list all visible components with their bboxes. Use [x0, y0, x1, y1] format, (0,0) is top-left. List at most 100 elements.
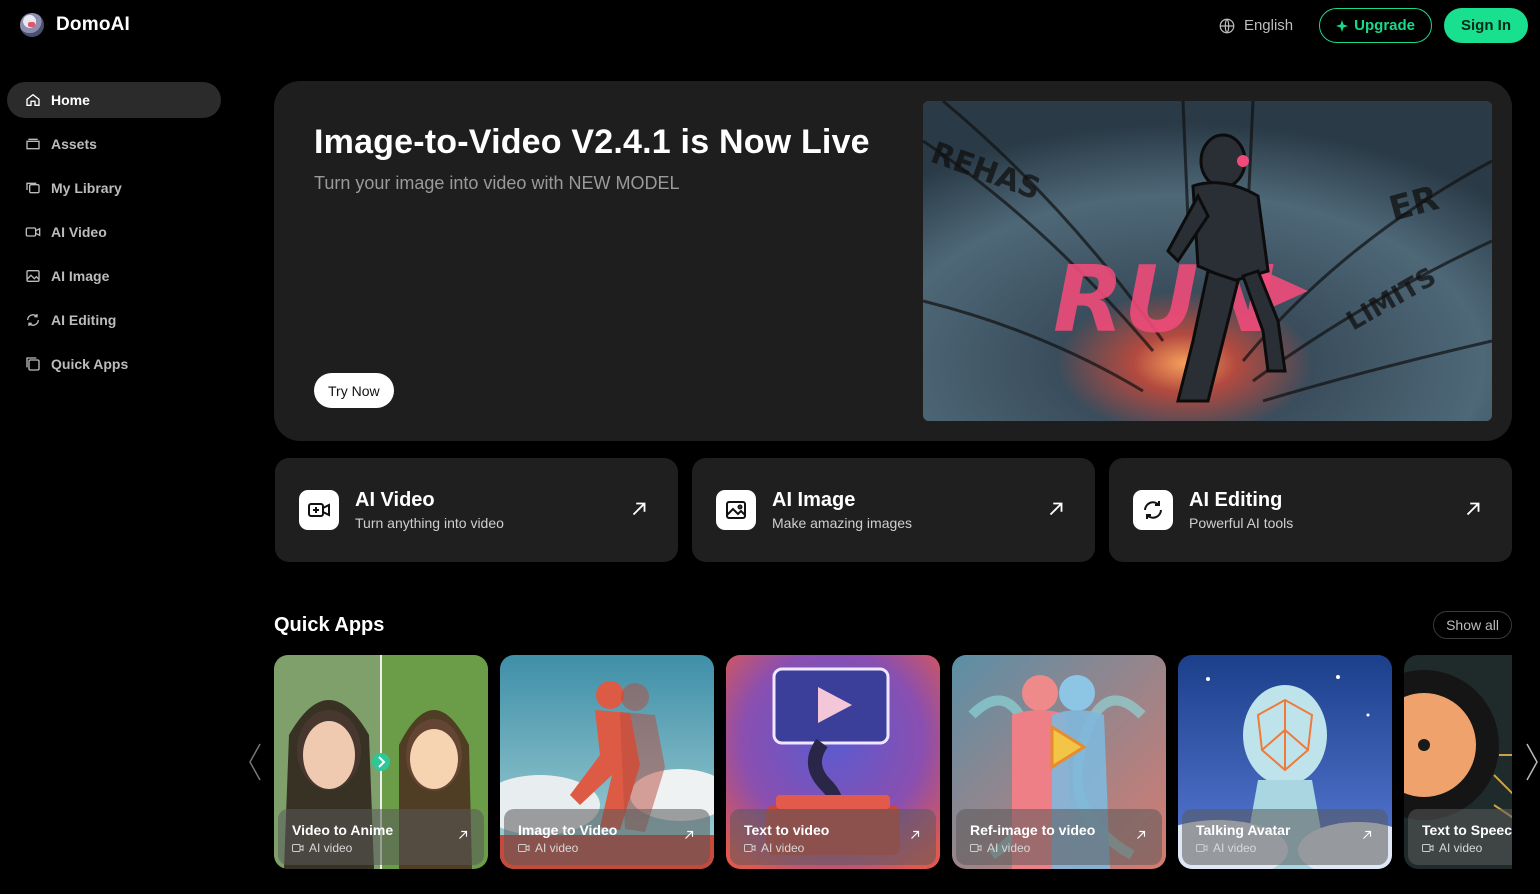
card-overlay: Talking Avatar AI video — [1182, 809, 1388, 865]
chevron-left-icon[interactable] — [248, 742, 262, 782]
sidebar-item-label: Assets — [51, 136, 97, 152]
video-icon — [1422, 844, 1434, 852]
quick-app-card-text-to-video[interactable]: Text to video AI video — [726, 655, 940, 869]
video-icon — [1196, 844, 1208, 852]
card-title: Talking Avatar — [1196, 822, 1291, 838]
feature-card-ai-video[interactable]: AI Video Turn anything into video — [275, 458, 678, 562]
card-tag-label: AI video — [987, 841, 1031, 855]
image-icon — [26, 270, 40, 282]
card-overlay: Text to Speech AI video — [1408, 809, 1512, 865]
video-icon — [970, 844, 982, 852]
card-title: Text to video — [744, 822, 830, 838]
sidebar-item-label: Home — [51, 92, 90, 108]
hero-title: Image-to-Video V2.4.1 is Now Live — [314, 123, 870, 161]
hero-subtitle: Turn your image into video with NEW MODE… — [314, 173, 680, 193]
sidebar-item-label: AI Video — [51, 224, 107, 240]
arrow-up-right-icon — [911, 830, 920, 839]
card-tag-label: AI video — [1439, 841, 1483, 855]
sidebar-nav: Home Assets My Library AI Video AI Image… — [7, 82, 221, 390]
sidebar-item-my-library[interactable]: My Library — [7, 170, 221, 206]
home-icon — [26, 93, 40, 106]
apps-icon — [26, 357, 40, 371]
sidebar-item-label: My Library — [51, 180, 122, 196]
arrow-up-right-icon — [685, 830, 694, 839]
brand-name: DomoAI — [56, 14, 131, 35]
card-overlay: Video to Anime AI video — [278, 809, 484, 865]
card-overlay: Ref-image to video AI video — [956, 809, 1162, 865]
card-tag: AI video — [1196, 841, 1256, 855]
feature-card-ai-editing[interactable]: AI Editing Powerful AI tools — [1109, 458, 1512, 562]
library-icon — [26, 182, 40, 194]
show-all-button[interactable]: Show all — [1433, 611, 1512, 639]
feature-subtitle: Make amazing images — [772, 515, 913, 531]
video-camera-icon — [299, 490, 339, 530]
upgrade-button[interactable]: Upgrade — [1319, 8, 1432, 43]
card-title: Image to Video — [518, 822, 618, 838]
sidebar-item-home[interactable]: Home — [7, 82, 221, 118]
quick-app-card-text-to-speech[interactable]: Text to Speech AI video — [1404, 655, 1512, 869]
language-selector[interactable]: English — [1218, 17, 1293, 35]
globe-icon — [1219, 18, 1235, 33]
card-tag-label: AI video — [535, 841, 579, 855]
logo-icon — [20, 13, 44, 37]
card-overlay: Image to Video AI video — [504, 809, 710, 865]
language-label: English — [1243, 17, 1294, 34]
sidebar-item-ai-video[interactable]: AI Video — [7, 214, 221, 250]
feature-title: AI Editing — [1189, 489, 1283, 511]
feature-cards: AI Video Turn anything into video AI Ima… — [275, 458, 1512, 562]
sidebar-item-label: AI Editing — [51, 312, 117, 328]
picture-icon — [716, 490, 756, 530]
arrow-up-right-icon — [459, 830, 468, 839]
sign-in-label: Sign In — [1461, 17, 1511, 34]
quick-app-card-ref-image-to-video[interactable]: Ref-image to video AI video — [952, 655, 1166, 869]
hero-banner: Image-to-Video V2.4.1 is Now Live Turn y… — [274, 81, 1512, 441]
editing-icon — [27, 314, 39, 326]
quick-apps-title: Quick Apps — [274, 614, 385, 636]
feature-subtitle: Turn anything into video — [355, 515, 504, 531]
card-tag-label: AI video — [1213, 841, 1257, 855]
header-actions: English Upgrade Sign In — [1218, 8, 1528, 43]
feature-title: AI Video — [355, 489, 435, 511]
arrow-up-right-icon — [1466, 502, 1480, 516]
feature-card-ai-image[interactable]: AI Image Make amazing images — [692, 458, 1095, 562]
sidebar-item-assets[interactable]: Assets — [7, 126, 221, 162]
sparkle-icon — [1336, 19, 1349, 32]
try-now-button[interactable]: Try Now — [314, 373, 394, 408]
arrow-up-right-icon — [632, 502, 646, 516]
arrow-up-right-icon — [1363, 830, 1372, 839]
card-tag-label: AI video — [309, 841, 353, 855]
video-icon — [25, 227, 41, 237]
hero-image[interactable]: REHAS ER LIMITS RUN — [923, 101, 1492, 421]
assets-icon — [26, 138, 40, 150]
card-tag: AI video — [1422, 841, 1482, 855]
arrow-up-right-icon — [1137, 830, 1146, 839]
card-title: Text to Speech — [1422, 822, 1512, 838]
sidebar-item-ai-editing[interactable]: AI Editing — [7, 302, 221, 338]
sidebar-item-ai-image[interactable]: AI Image — [7, 258, 221, 294]
sign-in-button[interactable]: Sign In — [1444, 8, 1528, 43]
feature-title: AI Image — [772, 489, 856, 511]
card-overlay: Text to video AI video — [730, 809, 936, 865]
feature-subtitle: Powerful AI tools — [1189, 515, 1294, 531]
hero-illustration: REHAS ER LIMITS RUN — [923, 101, 1492, 421]
editing-icon — [1133, 490, 1173, 530]
sidebar-item-quick-apps[interactable]: Quick Apps — [7, 346, 221, 382]
sidebar-item-label: AI Image — [51, 268, 110, 284]
chevron-right-icon[interactable] — [1525, 742, 1539, 782]
card-title: Video to Anime — [292, 822, 394, 838]
card-tag: AI video — [744, 841, 804, 855]
card-tag-label: AI video — [761, 841, 805, 855]
quick-apps-carousel: Video to Anime AI video Image to Video A… — [274, 655, 1512, 869]
sidebar-item-label: Quick Apps — [51, 356, 129, 372]
video-icon — [744, 844, 756, 852]
quick-app-card-image-to-video[interactable]: Image to Video AI video — [500, 655, 714, 869]
video-icon — [292, 844, 304, 852]
brand-logo[interactable]: DomoAI — [20, 13, 130, 37]
video-icon — [518, 844, 530, 852]
card-title: Ref-image to video — [970, 822, 1096, 838]
quick-app-card-talking-avatar[interactable]: Talking Avatar AI video — [1178, 655, 1392, 869]
quick-app-card-video-to-anime[interactable]: Video to Anime AI video — [274, 655, 488, 869]
arrow-up-right-icon — [1049, 502, 1063, 516]
upgrade-label: Upgrade — [1354, 17, 1415, 34]
card-tag: AI video — [970, 841, 1030, 855]
